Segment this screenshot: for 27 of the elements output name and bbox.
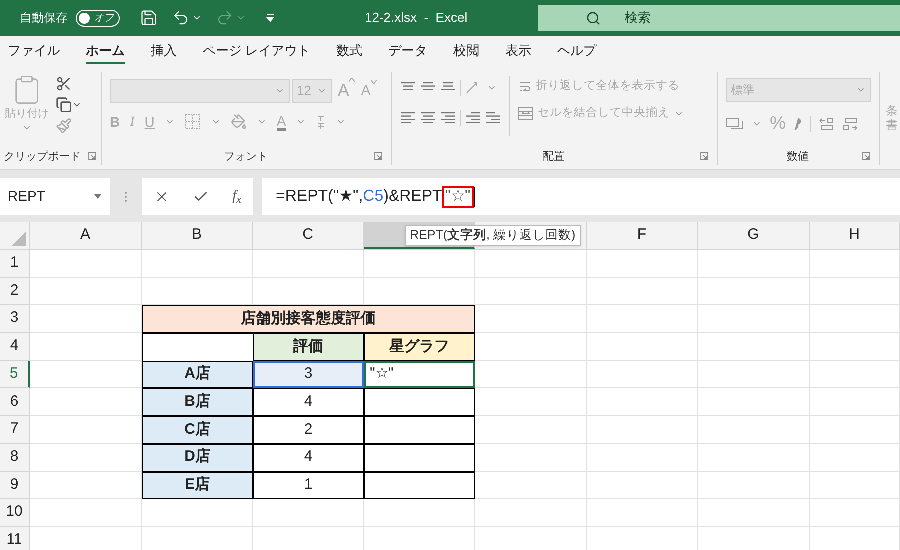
store-cell: B店 xyxy=(142,388,253,416)
formula-text: )&REPT xyxy=(384,186,442,206)
formula-text: C5 xyxy=(363,186,384,206)
store-cell: E店 xyxy=(142,472,253,500)
ribbon-label: 条 xyxy=(886,104,898,118)
store-cell: C店 xyxy=(142,416,253,444)
column-heading: 星グラフ xyxy=(364,333,475,361)
formula-text: =REPT("★", xyxy=(276,186,364,206)
window-title: 12-2.xlsx - Excel xyxy=(365,9,469,28)
store-cell: A店 xyxy=(142,360,253,388)
function-tooltip: REPT(文字列, 繰り返し回数) xyxy=(405,225,581,246)
score-cell: 3 xyxy=(253,360,364,388)
column-heading: 評価 xyxy=(253,333,364,361)
star-graph-cell: "☆" xyxy=(364,360,475,388)
score-cell: 1 xyxy=(253,472,364,500)
group-label: 配置 xyxy=(543,150,565,164)
autosave-label: 自動保存 xyxy=(20,10,68,27)
score-cell: 4 xyxy=(253,444,364,472)
group-label: クリップボード xyxy=(4,150,81,164)
table-title: 店舗別接客態度評価 xyxy=(142,305,475,334)
ribbon-label: 書 xyxy=(886,118,898,132)
group-label: 数値 xyxy=(787,150,809,164)
store-cell: D店 xyxy=(142,444,253,472)
group-label: フォント xyxy=(224,150,268,164)
score-cell: 2 xyxy=(253,416,364,444)
formula-text: "☆" xyxy=(442,186,474,208)
score-cell: 4 xyxy=(253,388,364,416)
